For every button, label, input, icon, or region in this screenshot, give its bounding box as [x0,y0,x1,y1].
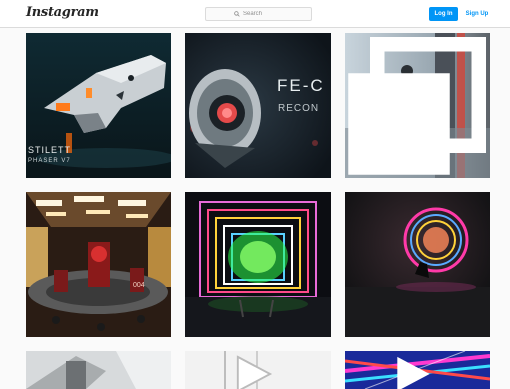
post-caption: 004 [133,282,145,289]
post-image [26,351,171,389]
post-tile[interactable]: STILETT PHASER V7 [26,33,171,178]
post-image [185,192,331,337]
post-tile[interactable] [185,351,331,389]
top-navigation-bar: Instagram Log In Sign Up [0,0,510,28]
search-box[interactable] [205,7,312,21]
post-caption: RECON [278,103,320,114]
post-image [26,33,171,178]
search-input[interactable] [243,11,283,17]
post-image [26,192,171,337]
post-image [345,192,490,337]
log-in-button[interactable]: Log In [429,7,458,21]
search-icon [234,11,240,17]
post-tile[interactable] [345,192,490,337]
post-tile[interactable] [345,33,490,178]
post-tile[interactable]: FE-C RECON [185,33,331,178]
video-icon [236,355,273,389]
post-tile[interactable] [185,192,331,337]
instagram-logo[interactable]: Instagram [26,5,99,20]
post-caption: PHASER V7 [28,158,71,164]
post-caption: STILETT [28,145,72,155]
post-tile[interactable] [345,351,490,389]
multiple-photos-icon [348,37,486,175]
post-tile[interactable] [26,351,171,389]
video-icon [397,356,430,389]
sign-up-button[interactable]: Sign Up [462,7,492,21]
post-caption: FE-C [277,76,325,95]
post-tile[interactable]: 004 [26,192,171,337]
